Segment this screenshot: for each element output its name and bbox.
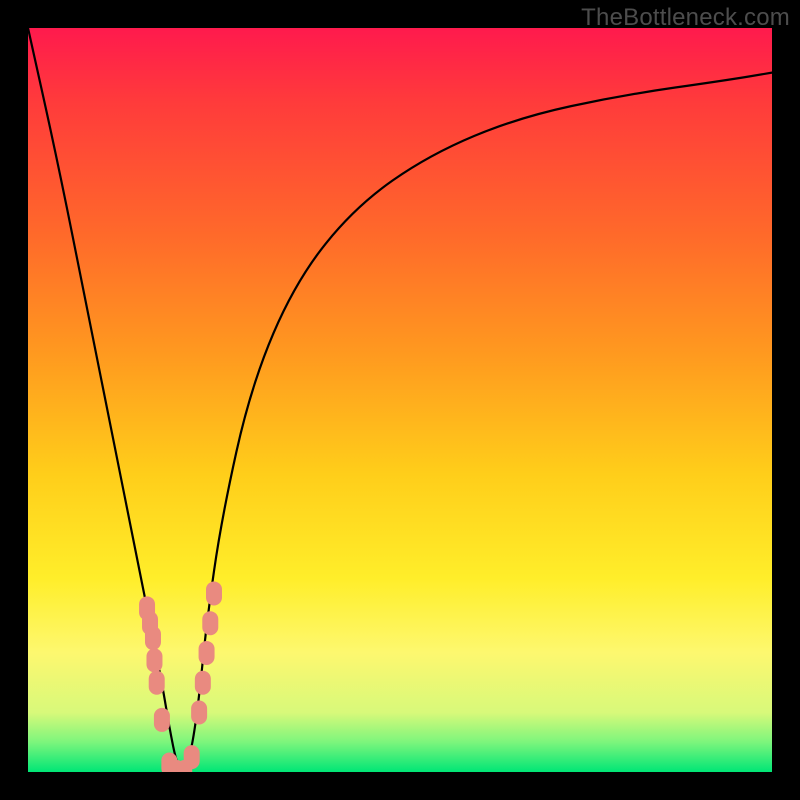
curve-marker — [206, 581, 222, 605]
chart-svg — [28, 28, 772, 772]
curve-marker — [184, 745, 200, 769]
curve-marker — [199, 641, 215, 665]
curve-marker — [149, 671, 165, 695]
curve-path — [28, 28, 772, 769]
chart-frame: TheBottleneck.com — [0, 0, 800, 800]
curve-marker — [191, 700, 207, 724]
curve-marker — [146, 648, 162, 672]
curve-marker — [202, 611, 218, 635]
curve-marker — [195, 671, 211, 695]
curve-marker — [154, 708, 170, 732]
curve-marker — [145, 626, 161, 650]
watermark-text: TheBottleneck.com — [581, 4, 790, 32]
chart-plot-area — [28, 28, 772, 772]
bottleneck-curve — [28, 28, 772, 769]
